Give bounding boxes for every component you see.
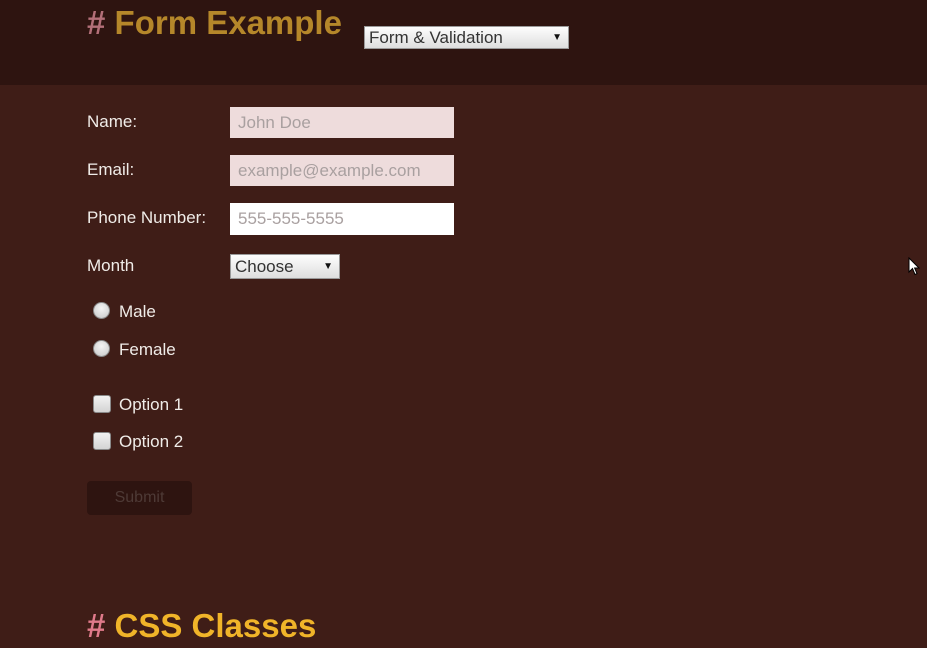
- phone-label: Phone Number:: [87, 208, 207, 227]
- page-header: # Form Example Form & Validation ▼: [0, 0, 927, 85]
- section-nav-selected: Form & Validation: [369, 28, 503, 47]
- dropdown-arrow-icon: ▼: [323, 261, 333, 272]
- hash-anchor[interactable]: #: [87, 607, 105, 644]
- name-label: Name:: [87, 112, 138, 131]
- month-label: Month: [87, 256, 135, 275]
- submit-button[interactable]: Submit: [87, 481, 192, 515]
- month-select[interactable]: Choose ▼: [230, 254, 340, 279]
- name-input[interactable]: [230, 107, 454, 138]
- checkbox-option-1-label[interactable]: Option 1: [119, 395, 183, 415]
- checkbox-option-1[interactable]: [93, 395, 111, 413]
- page-title: # Form Example: [87, 4, 342, 42]
- radio-female-label[interactable]: Female: [119, 340, 176, 360]
- email-input[interactable]: [230, 155, 454, 186]
- phone-input[interactable]: [230, 203, 454, 235]
- radio-male-label[interactable]: Male: [119, 302, 156, 322]
- radio-female[interactable]: [93, 340, 110, 357]
- radio-male[interactable]: [93, 302, 110, 319]
- dropdown-arrow-icon: ▼: [552, 32, 562, 43]
- checkbox-option-2[interactable]: [93, 432, 111, 450]
- section-heading-css-classes: # CSS Classes: [87, 607, 316, 645]
- checkbox-option-2-label[interactable]: Option 2: [119, 432, 183, 452]
- email-label: Email:: [87, 160, 135, 179]
- mouse-cursor-icon: [908, 257, 920, 276]
- month-selected: Choose: [235, 257, 294, 276]
- hash-anchor[interactable]: #: [87, 4, 105, 41]
- page-title-text: Form Example: [114, 4, 342, 41]
- section-heading-text: CSS Classes: [114, 607, 317, 644]
- section-nav-select[interactable]: Form & Validation ▼: [364, 26, 569, 49]
